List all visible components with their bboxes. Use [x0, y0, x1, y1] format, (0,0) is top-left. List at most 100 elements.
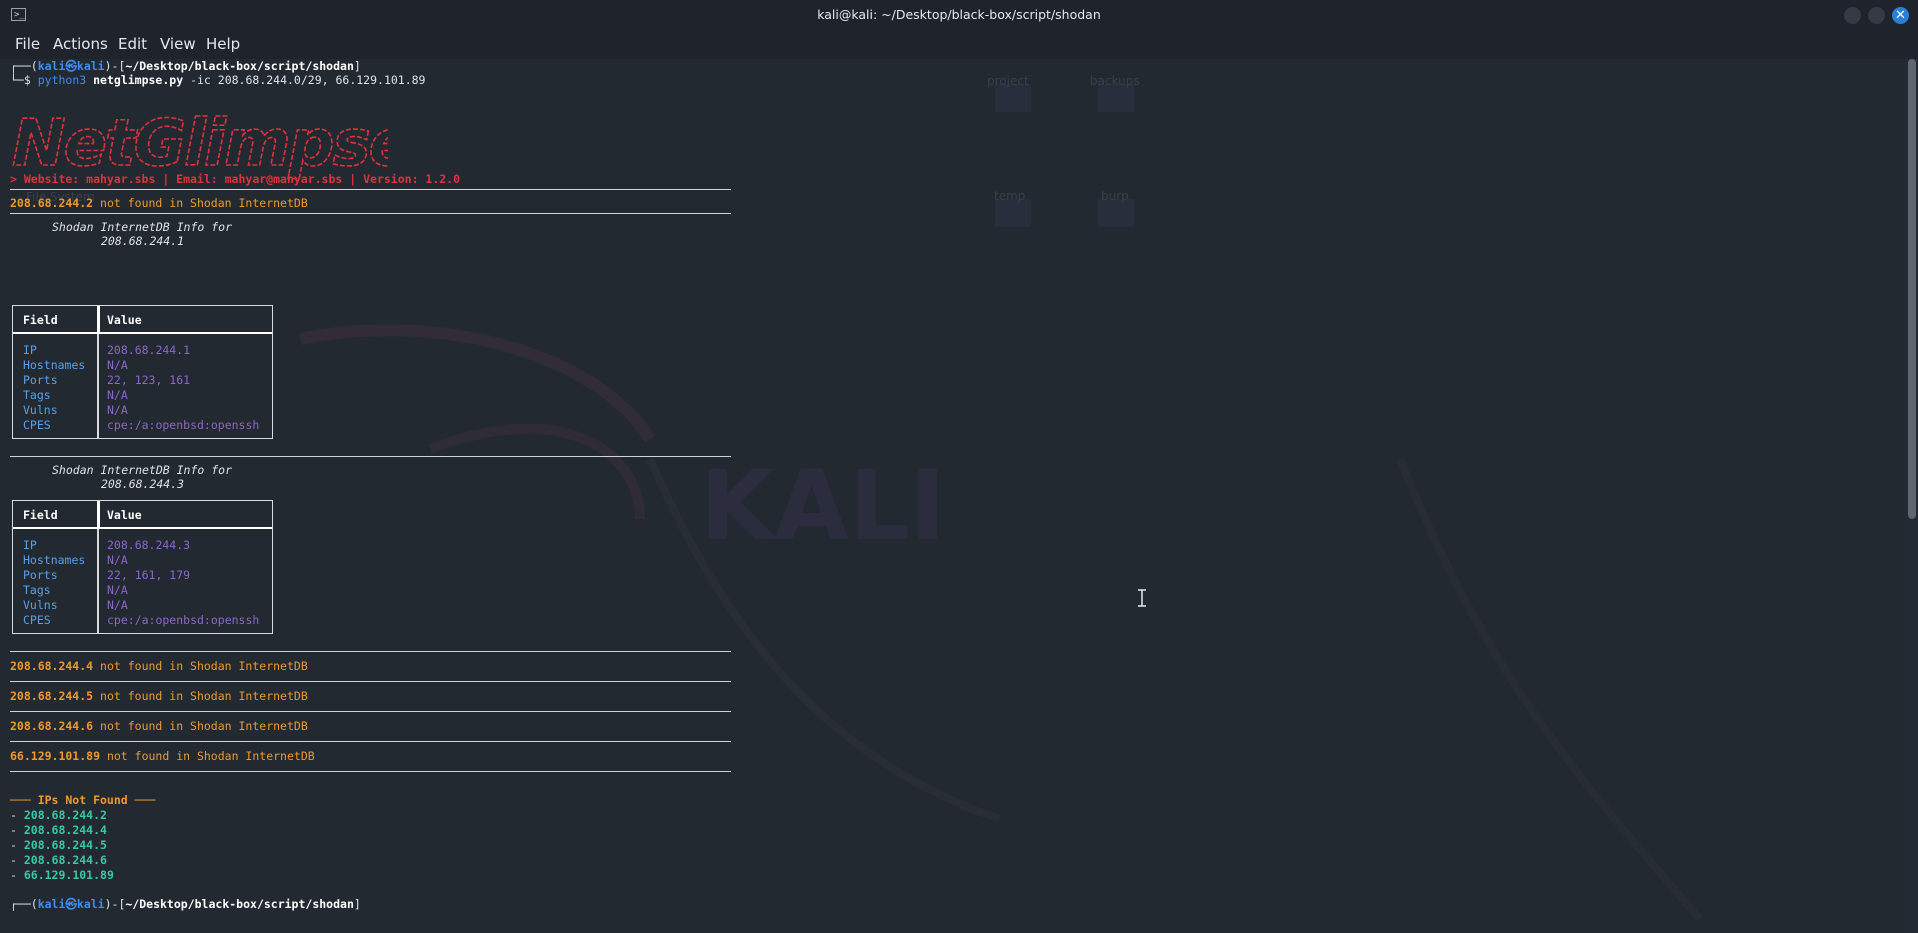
maximize-button[interactable]	[1868, 7, 1885, 24]
separator	[10, 189, 731, 190]
summary-item: - 208.68.244.5	[10, 838, 107, 852]
result-message: not found in Shodan InternetDB	[100, 196, 308, 210]
value-cpes: cpe:/a:openbsd:openssh	[107, 613, 260, 627]
prompt-line: ┌──(kali㉿kali)-[~/Desktop/black-box/scri…	[10, 897, 361, 911]
result-ip: 208.68.244.2	[10, 196, 94, 210]
logo-text: NetGlimpse	[12, 107, 388, 181]
table-title: Shodan InternetDB Info for	[52, 463, 233, 477]
value-cpes: cpe:/a:openbsd:openssh	[107, 418, 260, 432]
result-ip: 208.68.244.6	[10, 719, 94, 733]
value-tags: N/A	[107, 388, 128, 402]
command-script: netglimpse.py	[93, 73, 184, 87]
summary-bullet: -	[10, 808, 24, 822]
result-line: 66.129.101.89 not found in Shodan Intern…	[10, 749, 315, 763]
field-cpes: CPES	[23, 418, 51, 432]
prompt-open: ┌──(	[10, 59, 38, 73]
value-ports: 22, 123, 161	[107, 373, 191, 387]
summary-ip: 66.129.101.89	[23, 868, 114, 882]
separator	[10, 711, 731, 712]
prompt-dollar: └─$	[10, 73, 31, 87]
menu-view[interactable]: View	[160, 35, 196, 53]
table-title: Shodan InternetDB Info for	[52, 220, 233, 234]
separator	[10, 681, 731, 682]
command-line: └─$ python3 netglimpse.py -ic 208.68.244…	[10, 73, 425, 87]
prompt-user: kali	[37, 897, 66, 911]
scrollbar-thumb[interactable]	[1908, 59, 1916, 519]
summary-item: - 208.68.244.2	[10, 808, 107, 822]
summary-item: - 208.68.244.4	[10, 823, 107, 837]
info-table: Field Value IP 208.68.244.3 Hostnames N/…	[12, 500, 273, 634]
text-cursor-icon	[1138, 589, 1146, 607]
prompt-at: ㉿	[65, 897, 77, 911]
result-line: 208.68.244.6 not found in Shodan Interne…	[10, 719, 308, 733]
prompt-open: ┌──(	[10, 897, 38, 911]
prompt-host: kali	[76, 59, 105, 73]
summary-bullet: -	[10, 853, 24, 867]
terminal-output[interactable]: KALI File System project backups temp bu…	[0, 59, 1904, 933]
wallpaper-logo-text: KALI	[700, 450, 946, 562]
minimize-button[interactable]	[1844, 7, 1861, 24]
result-ip: 66.129.101.89	[10, 749, 101, 763]
separator	[10, 741, 731, 742]
prompt-end: ]	[353, 59, 361, 73]
header-divider	[97, 501, 100, 529]
result-line: 208.68.244.2 not found in Shodan Interne…	[10, 196, 308, 210]
field-tags: Tags	[23, 583, 51, 597]
summary-ip: 208.68.244.2	[23, 808, 107, 822]
menu-help[interactable]: Help	[206, 35, 240, 53]
close-button[interactable]: ✕	[1892, 7, 1909, 24]
value-hostnames: N/A	[107, 553, 128, 567]
separator	[10, 456, 731, 457]
prompt-path: ~/Desktop/black-box/script/shodan	[125, 897, 354, 911]
field-cpes: CPES	[23, 613, 51, 627]
desktop-icon-label: project	[987, 74, 1029, 88]
prompt-close: )-[	[104, 59, 126, 73]
menu-file[interactable]: File	[15, 35, 40, 53]
value-ip: 208.68.244.1	[107, 343, 191, 357]
column-header-value: Value	[107, 508, 142, 522]
result-message: not found in Shodan InternetDB	[106, 749, 315, 763]
summary-ip: 208.68.244.4	[23, 823, 107, 837]
column-header-field: Field	[23, 313, 58, 327]
menu-actions[interactable]: Actions	[53, 35, 108, 53]
summary-ip: 208.68.244.5	[23, 838, 107, 852]
summary-bullet: -	[10, 823, 24, 837]
summary-bullet: -	[10, 838, 24, 852]
separator	[10, 651, 731, 652]
field-hostnames: Hostnames	[23, 358, 86, 372]
summary-header: ─── IPs Not Found ───	[10, 793, 156, 807]
title-bar[interactable]: >_ kali@kali: ~/Desktop/black-box/script…	[0, 0, 1918, 31]
result-message: not found in Shodan InternetDB	[100, 719, 308, 733]
header-divider	[97, 306, 100, 334]
prompt-close: )-[	[104, 897, 126, 911]
banner-info: > Website: mahyar.sbs | Email: mahyar@ma…	[10, 172, 461, 186]
desktop-icon-label: backups	[1090, 74, 1140, 88]
result-ip: 208.68.244.4	[10, 659, 94, 673]
summary-item: - 66.129.101.89	[10, 868, 114, 882]
summary-item: - 208.68.244.6	[10, 853, 107, 867]
column-header-value: Value	[107, 313, 142, 327]
column-header-field: Field	[23, 508, 58, 522]
value-vulns: N/A	[107, 403, 128, 417]
menu-edit[interactable]: Edit	[118, 35, 147, 53]
value-ip: 208.68.244.3	[107, 538, 191, 552]
window-title: kali@kali: ~/Desktop/black-box/script/sh…	[817, 7, 1101, 22]
table-title-ip: 208.68.244.1	[101, 234, 185, 248]
command-args: -ic 208.68.244.0/29, 66.129.101.89	[190, 73, 426, 87]
separator	[10, 771, 731, 772]
prompt-line: ┌──(kali㉿kali)-[~/Desktop/black-box/scri…	[10, 59, 361, 73]
result-message: not found in Shodan InternetDB	[100, 689, 308, 703]
result-ip: 208.68.244.5	[10, 689, 94, 703]
info-table: Field Value IP 208.68.244.1 Hostnames N/…	[12, 305, 273, 439]
summary-bullet: -	[10, 868, 24, 882]
command-name: python3	[37, 73, 87, 87]
table-title-ip: 208.68.244.3	[101, 477, 185, 491]
value-ports: 22, 161, 179	[107, 568, 191, 582]
prompt-user: kali	[37, 59, 66, 73]
result-message: not found in Shodan InternetDB	[100, 659, 308, 673]
summary-ip: 208.68.244.6	[23, 853, 107, 867]
field-vulns: Vulns	[23, 403, 58, 417]
value-vulns: N/A	[107, 598, 128, 612]
field-ports: Ports	[23, 373, 58, 387]
result-line: 208.68.244.5 not found in Shodan Interne…	[10, 689, 308, 703]
